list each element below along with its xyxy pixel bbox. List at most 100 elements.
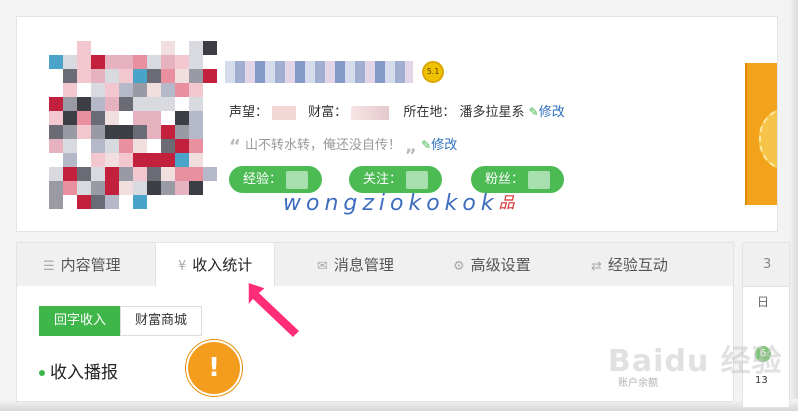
avatar-pixel (91, 181, 105, 195)
avatar-pixel (63, 139, 77, 153)
quote-open-icon: “ (229, 136, 241, 157)
avatar-pixel (161, 69, 175, 83)
avatar[interactable] (49, 41, 225, 217)
tab-label: 消息管理 (333, 256, 394, 274)
avatar-pixel (63, 111, 77, 125)
avatar-pixel (63, 97, 77, 111)
username-pixelated[interactable] (225, 61, 413, 83)
avatar-pixel (133, 69, 147, 83)
tab-advanced-settings[interactable]: ⚙ 高级设置 (453, 243, 531, 287)
baidu-watermark-sub: 账户余额 (618, 378, 658, 389)
tab-experience-interaction[interactable]: ⇄ 经验互动 (591, 243, 668, 287)
avatar-pixel (161, 111, 175, 125)
avatar-pixel (189, 97, 203, 111)
avatar-pixel (161, 195, 175, 209)
side-badge-banner[interactable] (745, 63, 777, 205)
tab-label: 高级设置 (470, 256, 531, 274)
avatar-pixel (49, 139, 63, 153)
main-tab-bar: ☰ 内容管理 ¥ 收入统计 ✉ 消息管理 ⚙ 高级设置 ⇄ 经验互动 (16, 242, 734, 288)
avatar-pixel (175, 181, 189, 195)
avatar-pixel (147, 55, 161, 69)
avatar-pixel (175, 55, 189, 69)
pencil-icon[interactable]: ✎ (421, 138, 431, 152)
avatar-pixel (203, 55, 217, 69)
avatar-pixel (105, 153, 119, 167)
annotation-arrow-icon (247, 280, 302, 340)
avatar-pixel (63, 181, 77, 195)
avatar-pixel (203, 153, 217, 167)
avatar-pixel (49, 41, 63, 55)
avatar-pixel (77, 55, 91, 69)
avatar-pixel (105, 181, 119, 195)
avatar-pixel (119, 167, 133, 181)
username-row: 5.1 (225, 61, 445, 83)
fans-label: 粉丝： (485, 172, 525, 187)
subtab-reply-income[interactable]: 回字收入 (39, 306, 122, 336)
right-side-panel: 3 日 6 13 (742, 242, 790, 408)
avatar-pixel (133, 125, 147, 139)
avatar-pixel (189, 153, 203, 167)
avatar-pixel (49, 153, 63, 167)
avatar-pixel (147, 181, 161, 195)
tab-message-management[interactable]: ✉ 消息管理 (317, 243, 394, 287)
avatar-pixel (49, 111, 63, 125)
warning-icon: ! (186, 340, 242, 396)
gear-icon: ⚙ (453, 259, 465, 274)
avatar-pixel (119, 181, 133, 195)
watermark-text: wongziokokok (283, 191, 499, 216)
avatar-pixel (189, 167, 203, 181)
avatar-pixel (119, 55, 133, 69)
avatar-pixel (189, 111, 203, 125)
bullet-icon (39, 370, 45, 376)
avatar-pixel (203, 111, 217, 125)
mail-icon: ✉ (317, 259, 328, 274)
avatar-pixel (175, 195, 189, 209)
avatar-pixel (105, 195, 119, 209)
avatar-pixel (77, 69, 91, 83)
pencil-icon[interactable]: ✎ (529, 105, 539, 119)
avatar-pixel (189, 41, 203, 55)
avatar-pixel (133, 111, 147, 125)
avatar-pixel (147, 83, 161, 97)
avatar-pixel (133, 83, 147, 97)
avatar-pixel (77, 97, 91, 111)
motto-row: “ 山不转水转，俺还没自传！ „ ✎修改 (229, 134, 457, 157)
tab-label: 收入统计 (192, 256, 253, 274)
reputation-value-blurred (272, 105, 297, 120)
avatar-pixel (133, 139, 147, 153)
avatar-pixel (161, 41, 175, 55)
profile-info-row: 声望： 财富： 所在地： 潘多拉星系 ✎修改 (229, 101, 565, 120)
level-badge-icon[interactable]: 5.1 (422, 61, 445, 83)
avatar-pixel (49, 83, 63, 97)
avatar-pixel (189, 83, 203, 97)
avatar-pixel (203, 69, 217, 83)
section-title-text: 收入播报 (50, 363, 118, 383)
motto-text: 山不转水转，俺还没自传！ (244, 138, 401, 153)
avatar-pixel (161, 181, 175, 195)
avatar-pixel (189, 69, 203, 83)
avatar-pixel (119, 195, 133, 209)
avatar-pixel (119, 139, 133, 153)
location-edit-link[interactable]: 修改 (539, 105, 565, 120)
avatar-pixel (203, 97, 217, 111)
avatar-pixel (105, 41, 119, 55)
avatar-pixel (175, 125, 189, 139)
avatar-pixel (189, 139, 203, 153)
exchange-icon: ⇄ (591, 259, 602, 274)
medal-icon (759, 107, 777, 171)
fans-value-blurred (528, 170, 551, 189)
quote-close-icon: „ (405, 136, 417, 157)
motto-edit-link[interactable]: 修改 (431, 138, 457, 153)
experience-value-blurred (286, 170, 309, 189)
income-subtabs: 回字收入 财富商城 (39, 306, 203, 336)
avatar-pixel (175, 83, 189, 97)
subtab-wealth-mall[interactable]: 财富商城 (120, 306, 203, 336)
avatar-pixel (175, 97, 189, 111)
avatar-pixel (91, 153, 105, 167)
right-panel-header[interactable]: 3 (743, 243, 789, 287)
avatar-pixel (49, 69, 63, 83)
avatar-pixel (119, 125, 133, 139)
tab-content-management[interactable]: ☰ 内容管理 (43, 243, 121, 287)
avatar-pixel (203, 139, 217, 153)
avatar-pixel (175, 111, 189, 125)
